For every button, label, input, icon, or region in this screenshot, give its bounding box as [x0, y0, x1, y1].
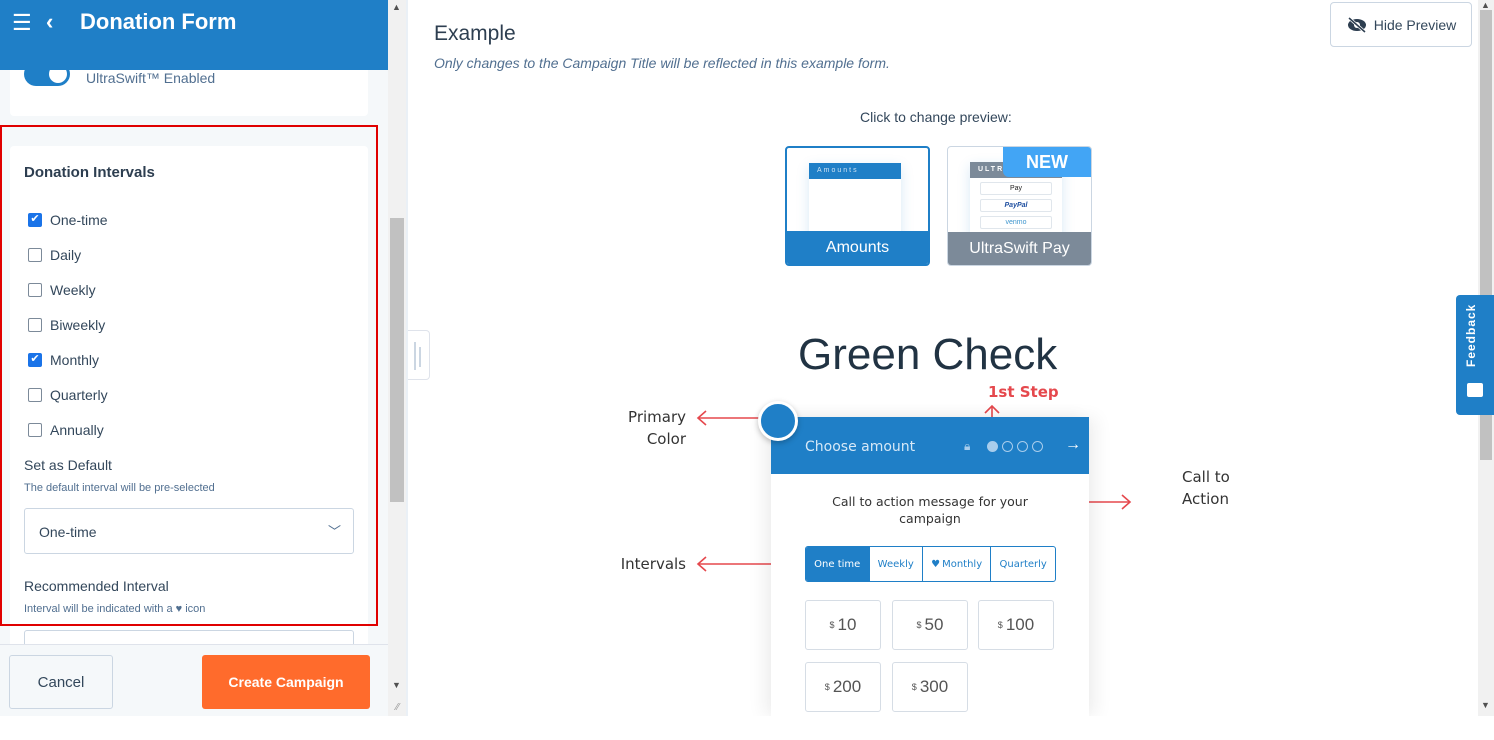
default-help: The default interval will be pre-selecte…: [24, 482, 215, 494]
checkbox-weekly[interactable]: Weekly: [28, 272, 108, 307]
interval-checkbox-list: ✔ One-time Daily Weekly Biweekly ✔ Monthly…: [28, 202, 108, 447]
step-indicator: [987, 441, 1043, 452]
feedback-face-icon: [1467, 383, 1483, 397]
checkbox-one-time[interactable]: ✔ One-time: [28, 202, 108, 237]
amount-option[interactable]: $100: [978, 600, 1054, 650]
grip-line: [419, 347, 421, 367]
recommended-label: Recommended Interval: [24, 578, 169, 594]
checkbox-quarterly[interactable]: Quarterly: [28, 377, 108, 412]
step-dot: [1002, 441, 1013, 452]
grip-line: [414, 342, 416, 370]
step-dot-active: [987, 441, 998, 452]
create-campaign-button[interactable]: Create Campaign: [202, 655, 370, 709]
step-dot: [1017, 441, 1028, 452]
example-donation-form: Choose amount 🔒︎ → Call to action messag…: [771, 417, 1089, 716]
section-title: Donation Intervals: [24, 164, 155, 181]
checkbox-label: Quarterly: [50, 386, 108, 403]
scroll-down-icon[interactable]: ▼: [1481, 700, 1490, 710]
checkbox-label: One-time: [50, 211, 108, 228]
select-value: One-time: [39, 524, 97, 540]
checkbox-biweekly[interactable]: Biweekly: [28, 307, 108, 342]
default-label: Set as Default: [24, 457, 112, 473]
interval-one-time[interactable]: One time: [806, 547, 869, 581]
interval-quarterly[interactable]: Quarterly: [990, 547, 1055, 581]
cancel-button[interactable]: Cancel: [9, 655, 113, 709]
feedback-label: Feedback: [1464, 303, 1478, 367]
checkbox-unchecked-icon[interactable]: [28, 317, 42, 332]
checkbox-checked-icon[interactable]: ✔: [28, 352, 42, 367]
app: ☰ ‹ Donation Form UltraSwift™ Enabled Do…: [0, 0, 1494, 740]
amount-option[interactable]: $10: [805, 600, 881, 650]
cta-message: Call to action message for your campaign: [832, 494, 1028, 526]
scrollbar-thumb[interactable]: [390, 218, 404, 502]
panel-footer: Cancel Create Campaign: [0, 644, 388, 716]
scroll-up-icon[interactable]: ▲: [392, 2, 401, 12]
checkbox-label: Biweekly: [50, 316, 106, 333]
checkbox-unchecked-icon[interactable]: [28, 282, 42, 297]
amount-option[interactable]: $300: [892, 662, 968, 712]
donation-intervals-card: Donation Intervals ✔ One-time Daily Weekl…: [10, 146, 368, 676]
panel-resize-handle[interactable]: [408, 330, 430, 380]
interval-button-group: One time Weekly ♥ Monthly Quarterly: [805, 546, 1056, 582]
checkbox-label: Monthly: [50, 351, 100, 368]
interval-weekly[interactable]: Weekly: [868, 547, 922, 581]
next-arrow-icon[interactable]: →: [1065, 436, 1081, 454]
checkbox-unchecked-icon[interactable]: [28, 387, 42, 402]
checkbox-unchecked-icon[interactable]: [28, 247, 42, 262]
form-step-header: Choose amount 🔒︎ →: [771, 417, 1089, 474]
settings-panel: ☰ ‹ Donation Form UltraSwift™ Enabled Do…: [0, 0, 388, 716]
lock-icon: 🔒︎: [964, 439, 971, 453]
checkbox-daily[interactable]: Daily: [28, 237, 108, 272]
checkbox-checked-icon[interactable]: ✔: [28, 212, 42, 227]
scroll-up-icon[interactable]: ▲: [1481, 0, 1490, 10]
step-dot: [1032, 441, 1043, 452]
menu-icon[interactable]: ☰: [12, 12, 32, 34]
interval-monthly[interactable]: ♥ Monthly: [921, 547, 990, 581]
chevron-down-icon: ﹀: [327, 524, 341, 539]
default-interval-select[interactable]: One-time ﹀: [24, 508, 354, 554]
amount-option[interactable]: $50: [892, 600, 968, 650]
recommended-help: Interval will be indicated with a ♥ icon: [24, 603, 206, 615]
scroll-down-icon[interactable]: ▼: [392, 680, 401, 690]
ultraswift-label: UltraSwift™ Enabled: [86, 70, 216, 86]
checkbox-annually[interactable]: Annually: [28, 412, 108, 447]
amount-option[interactable]: $200: [805, 662, 881, 712]
bottom-strip: [0, 716, 1494, 740]
preview-panel: Example Only changes to the Campaign Tit…: [408, 0, 1476, 716]
resize-grip-icon[interactable]: ⁄⁄: [396, 702, 399, 713]
page-title: Donation Form: [80, 9, 237, 34]
checkbox-label: Annually: [50, 421, 104, 438]
panel-header: ☰ ‹ Donation Form: [0, 0, 388, 70]
back-icon[interactable]: ‹: [46, 10, 53, 34]
feedback-tab[interactable]: Feedback: [1456, 295, 1494, 415]
heart-icon: ♥: [931, 558, 941, 570]
step-title: Choose amount: [805, 439, 916, 455]
checkbox-monthly[interactable]: ✔ Monthly: [28, 342, 108, 377]
primary-color-swatch: [758, 401, 798, 441]
left-scrollbar[interactable]: ▲ ▼: [388, 0, 406, 716]
checkbox-unchecked-icon[interactable]: [28, 422, 42, 437]
checkbox-label: Daily: [50, 246, 82, 263]
checkbox-label: Weekly: [50, 281, 96, 298]
